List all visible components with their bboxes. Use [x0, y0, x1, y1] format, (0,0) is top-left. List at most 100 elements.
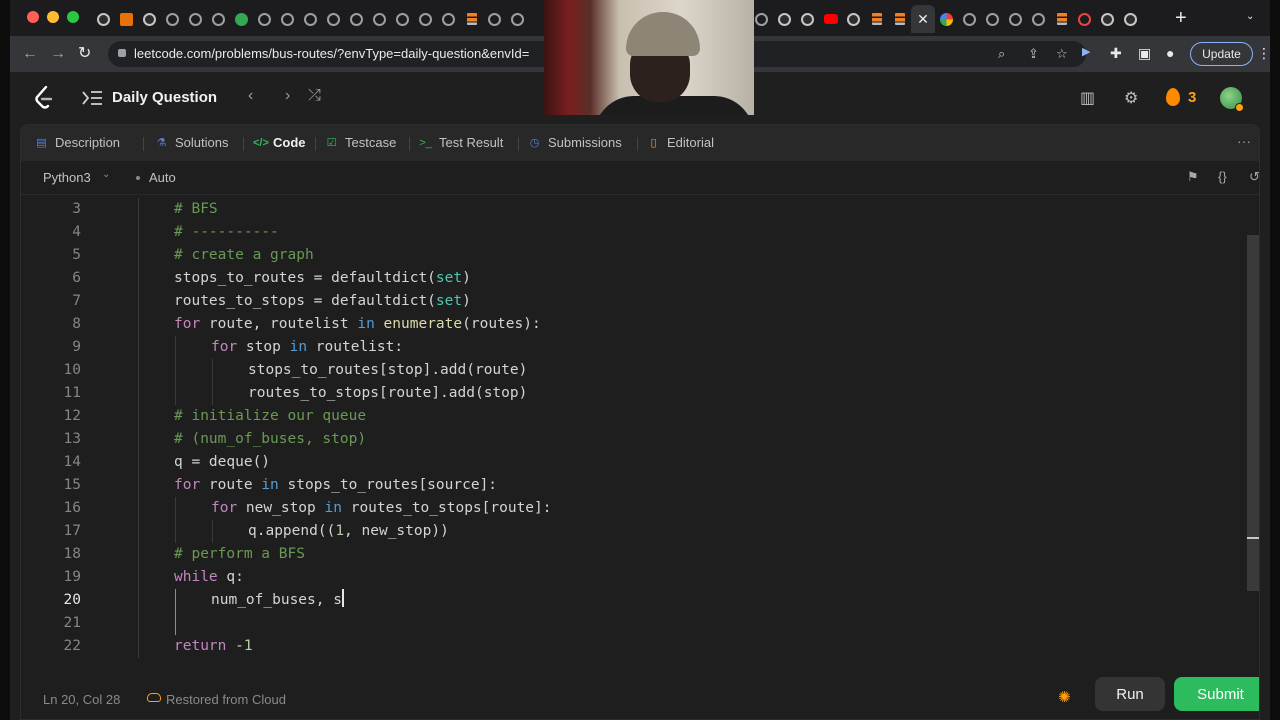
code-text[interactable]: for route, routelist in enumerate(routes… — [174, 313, 541, 336]
tab-solutions[interactable]: ⚗ Solutions — [155, 135, 229, 150]
active-tab-close-icon[interactable]: ✕ — [911, 5, 935, 33]
code-text[interactable]: # BFS — [174, 198, 218, 221]
tab-code[interactable]: </> Code — [253, 135, 306, 150]
layout-icon[interactable]: ▥ — [1080, 88, 1095, 108]
code-text[interactable]: # create a graph — [174, 244, 314, 267]
auto-mode-label[interactable]: Auto — [149, 170, 176, 185]
code-text[interactable]: q = deque() — [174, 451, 270, 474]
leetcode-logo-icon[interactable] — [34, 86, 54, 110]
update-button[interactable]: Update — [1190, 42, 1253, 66]
browser-tab[interactable] — [92, 8, 115, 30]
code-line[interactable]: 19 while q: — [21, 566, 1241, 589]
code-text[interactable]: # ---------- — [174, 221, 279, 244]
browser-tab[interactable] — [981, 8, 1004, 30]
minimize-window-button[interactable] — [47, 11, 59, 23]
browser-tab[interactable] — [1027, 8, 1050, 30]
code-text[interactable]: for new_stop in routes_to_stops[route]: — [211, 497, 552, 520]
code-text[interactable]: routes_to_stops[route].add(stop) — [248, 382, 527, 405]
code-text[interactable]: num_of_buses, s — [211, 589, 344, 612]
browser-tab[interactable] — [1119, 8, 1142, 30]
browser-tab[interactable] — [207, 8, 230, 30]
tab-search-button[interactable]: ⌄ — [1246, 11, 1254, 22]
reset-code-icon[interactable]: ↺ — [1249, 169, 1259, 185]
media-play-icon[interactable]: ▶ — [1082, 45, 1090, 58]
code-line[interactable]: 4 # ---------- — [21, 221, 1241, 244]
code-text[interactable]: stops_to_routes = defaultdict(set) — [174, 267, 471, 290]
browser-tab[interactable] — [322, 8, 345, 30]
browser-tab[interactable] — [773, 8, 796, 30]
code-line[interactable]: 6 stops_to_routes = defaultdict(set) — [21, 267, 1241, 290]
code-text[interactable]: # (num_of_buses, stop) — [174, 428, 366, 451]
browser-tab[interactable] — [184, 8, 207, 30]
code-text[interactable]: routes_to_stops = defaultdict(set) — [174, 290, 471, 313]
code-line[interactable]: 22 return -1 — [21, 635, 1241, 658]
tab-description[interactable]: ▤ Description — [35, 135, 120, 150]
code-line[interactable]: 5 # create a graph — [21, 244, 1241, 267]
browser-tab[interactable] — [865, 8, 888, 30]
browser-tab[interactable] — [1004, 8, 1027, 30]
streak-flame-icon[interactable] — [1166, 88, 1180, 106]
code-line[interactable]: 9 for stop in routelist: — [21, 336, 1241, 359]
code-line[interactable]: 11 routes_to_stops[route].add(stop) — [21, 382, 1241, 405]
code-text[interactable]: for stop in routelist: — [211, 336, 403, 359]
code-text[interactable]: return -1 — [174, 635, 253, 658]
back-arrow-icon[interactable]: ← — [22, 44, 38, 64]
tab-editorial[interactable]: ▯ Editorial — [647, 135, 714, 150]
code-editor[interactable]: 3 # BFS 4 # ---------- 5 # create a graph 6 sto… — [21, 195, 1259, 665]
reload-icon[interactable]: ↻ — [78, 44, 91, 64]
next-question-icon[interactable]: › — [285, 87, 290, 105]
code-line[interactable]: 20 num_of_buses, s — [21, 589, 1241, 612]
browser-tab[interactable] — [935, 8, 958, 30]
browser-tab[interactable] — [368, 8, 391, 30]
browser-menu-icon[interactable]: ⋮ — [1257, 45, 1270, 62]
code-text[interactable]: stops_to_routes[stop].add(route) — [248, 359, 527, 382]
url-text[interactable]: leetcode.com/problems/bus-routes/?envTyp… — [134, 46, 534, 61]
browser-tab[interactable] — [391, 8, 414, 30]
settings-gear-icon[interactable]: ⚙ — [1124, 88, 1138, 108]
extensions-puzzle-icon[interactable]: ✚ — [1110, 45, 1122, 62]
browser-tab[interactable] — [414, 8, 437, 30]
code-text[interactable]: while q: — [174, 566, 244, 589]
code-line[interactable]: 13 # (num_of_buses, stop) — [21, 428, 1241, 451]
browser-tab[interactable] — [253, 8, 276, 30]
debug-bug-icon[interactable]: ✺ — [1058, 688, 1071, 706]
browser-tab[interactable] — [115, 8, 138, 30]
bookmark-icon[interactable]: ⚑ — [1187, 169, 1199, 185]
forward-arrow-icon[interactable]: → — [50, 44, 66, 64]
browser-tab[interactable] — [842, 8, 865, 30]
run-button[interactable]: Run — [1095, 677, 1165, 711]
streak-count[interactable]: 3 — [1188, 89, 1196, 106]
language-select[interactable]: Python3 — [43, 170, 91, 185]
browser-tab[interactable] — [161, 8, 184, 30]
code-line[interactable]: 10 stops_to_routes[stop].add(route) — [21, 359, 1241, 382]
submit-button[interactable]: Submit — [1174, 677, 1259, 711]
code-line[interactable]: 14 q = deque() — [21, 451, 1241, 474]
prev-question-icon[interactable]: ‹ — [248, 87, 253, 105]
share-icon[interactable]: ⇪ — [1028, 46, 1039, 62]
browser-tab[interactable] — [888, 8, 911, 30]
code-line[interactable]: 7 routes_to_stops = defaultdict(set) — [21, 290, 1241, 313]
code-line[interactable]: 18 # perform a BFS — [21, 543, 1241, 566]
code-line[interactable]: 3 # BFS — [21, 198, 1241, 221]
new-tab-button[interactable]: + — [1175, 7, 1187, 29]
browser-tab[interactable] — [299, 8, 322, 30]
fullscreen-window-button[interactable] — [67, 11, 79, 23]
browser-tab[interactable] — [1073, 8, 1096, 30]
code-line[interactable]: 12 # initialize our queue — [21, 405, 1241, 428]
browser-tab[interactable] — [345, 8, 368, 30]
code-line[interactable]: 15 for route in stops_to_routes[source]: — [21, 474, 1241, 497]
code-line[interactable]: 16 for new_stop in routes_to_stops[route]… — [21, 497, 1241, 520]
side-panel-icon[interactable]: ▣ — [1138, 45, 1151, 62]
browser-tab[interactable] — [276, 8, 299, 30]
code-text[interactable]: # perform a BFS — [174, 543, 305, 566]
browser-tab[interactable] — [460, 8, 483, 30]
code-text[interactable]: # initialize our queue — [174, 405, 366, 428]
problem-list-icon[interactable] — [81, 89, 103, 107]
tab-test-result[interactable]: >_ Test Result — [419, 135, 503, 150]
browser-tab[interactable] — [506, 8, 529, 30]
code-text[interactable]: for route in stops_to_routes[source]: — [174, 474, 497, 497]
close-window-button[interactable] — [27, 11, 39, 23]
daily-question-title[interactable]: Daily Question — [112, 89, 217, 106]
browser-tab[interactable] — [796, 8, 819, 30]
profile-icon[interactable]: ● — [1166, 45, 1174, 61]
